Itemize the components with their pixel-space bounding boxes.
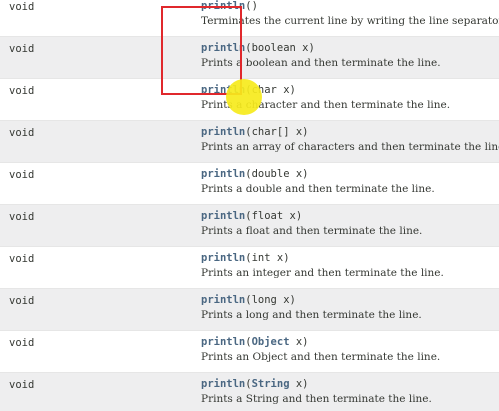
modifier-type: void: [9, 1, 35, 13]
method-params: (char[] x): [245, 126, 309, 138]
method-signature: println(boolean x): [201, 42, 315, 54]
method-link-println[interactable]: println: [201, 126, 245, 138]
method-params: (float x): [245, 210, 303, 222]
method-description: Prints a float and then terminate the li…: [201, 225, 423, 237]
method-description: Prints a double and then terminate the l…: [201, 183, 435, 195]
method-description: Terminates the current line by writing t…: [201, 15, 499, 27]
table-row: void println(long x) Prints a long and t…: [0, 289, 499, 331]
method-params-end: x): [289, 378, 309, 390]
modifier-type: void: [9, 337, 35, 349]
method-link-println[interactable]: println: [201, 210, 245, 222]
method-params: (double x): [245, 168, 309, 180]
method-signature: println(): [201, 0, 258, 12]
table-row: void println(double x) Prints a double a…: [0, 163, 499, 205]
table-row: void println() Terminates the current li…: [0, 0, 499, 37]
method-params-end: ): [251, 0, 258, 12]
method-description: Prints an integer and then terminate the…: [201, 267, 444, 279]
method-signature: println(long x): [201, 294, 296, 306]
method-link-println[interactable]: println: [201, 378, 245, 390]
table-row: void println(char[] x) Prints an array o…: [0, 121, 499, 163]
method-signature: println(double x): [201, 168, 308, 180]
method-signature: println(float x): [201, 210, 302, 222]
method-link-println[interactable]: println: [201, 168, 245, 180]
method-signature: println(Object x): [201, 336, 309, 348]
method-description: Prints a long and then terminate the lin…: [201, 309, 422, 321]
method-params-end: x): [289, 336, 309, 348]
method-description: Prints an Object and then terminate the …: [201, 351, 441, 363]
modifier-type: void: [9, 43, 35, 55]
method-link-println[interactable]: println: [201, 42, 245, 54]
method-description: Prints a character and then terminate th…: [201, 99, 451, 111]
method-description: Prints a String and then terminate the l…: [201, 393, 432, 405]
method-link-println[interactable]: println: [201, 84, 245, 96]
table-row: void println(boolean x) Prints a boolean…: [0, 37, 499, 79]
method-signature: println(char x): [201, 84, 296, 96]
method-signature: println(String x): [201, 378, 309, 390]
modifier-type: void: [9, 295, 35, 307]
table-row: void println(String x) Prints a String a…: [0, 373, 499, 411]
param-type-link[interactable]: Object: [252, 336, 290, 348]
method-signature: println(char[] x): [201, 126, 308, 138]
method-params: (char x): [245, 84, 296, 96]
method-link-println[interactable]: println: [201, 294, 245, 306]
method-params: (int x): [245, 252, 290, 264]
method-description: Prints an array of characters and then t…: [201, 141, 499, 153]
table-row: void println(float x) Prints a float and…: [0, 205, 499, 247]
table-row: void println(int x) Prints an integer an…: [0, 247, 499, 289]
method-description: Prints a boolean and then terminate the …: [201, 57, 441, 69]
modifier-type: void: [9, 169, 35, 181]
param-type-link[interactable]: String: [252, 378, 290, 390]
method-signature: println(int x): [201, 252, 290, 264]
modifier-type: void: [9, 379, 35, 391]
method-link-println[interactable]: println: [201, 252, 245, 264]
table-row: void println(Object x) Prints an Object …: [0, 331, 499, 373]
modifier-type: void: [9, 253, 35, 265]
modifier-type: void: [9, 127, 35, 139]
method-params: (boolean x): [245, 42, 315, 54]
modifier-type: void: [9, 85, 35, 97]
method-link-println[interactable]: println: [201, 0, 245, 12]
method-params: (long x): [245, 294, 296, 306]
method-summary-table: void println() Terminates the current li…: [0, 0, 499, 411]
table-row: void println(char x) Prints a character …: [0, 79, 499, 121]
method-link-println[interactable]: println: [201, 336, 245, 348]
modifier-type: void: [9, 211, 35, 223]
